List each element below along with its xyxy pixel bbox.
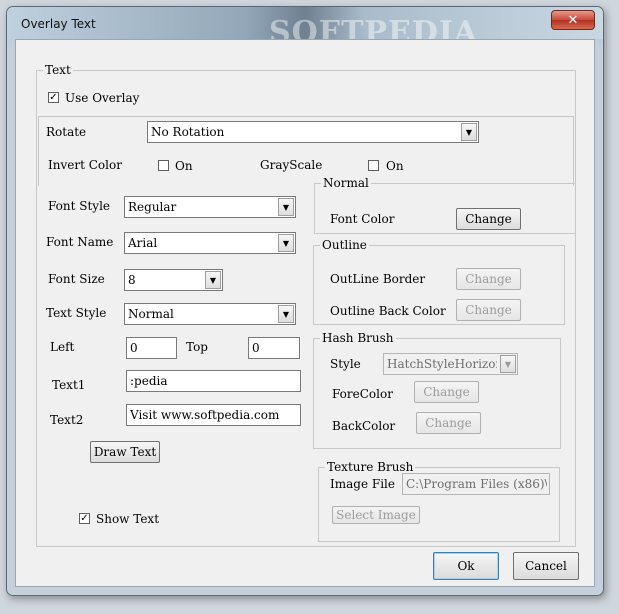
outline-back-color-label: Outline Back Color — [330, 304, 446, 318]
font-style-select[interactable]: Regular ▼ — [124, 196, 296, 218]
back-color-change-button[interactable]: Change — [416, 412, 481, 434]
use-overlay-label: Use Overlay — [65, 91, 140, 105]
close-icon: ✕ — [567, 12, 579, 28]
back-color-label: BackColor — [332, 419, 396, 433]
text-style-value: Normal — [128, 307, 174, 321]
fore-color-label: ForeColor — [332, 387, 393, 401]
font-size-label: Font Size — [48, 272, 105, 286]
left-value: 0 — [130, 341, 138, 355]
chevron-down-icon: ▼ — [461, 123, 477, 141]
font-name-select[interactable]: Arial ▼ — [124, 232, 296, 254]
rotate-value: No Rotation — [151, 125, 225, 139]
normal-group-label: Normal — [321, 176, 371, 190]
text2-value: Visit www.softpedia.com — [130, 408, 280, 422]
font-size-value: 8 — [128, 273, 136, 287]
font-name-value: Arial — [128, 236, 158, 250]
grayscale-on-label: On — [386, 159, 404, 173]
text1-label: Text1 — [52, 378, 86, 392]
image-file-input[interactable]: C:\Program Files (x86)\V — [402, 473, 550, 495]
text-style-label: Text Style — [46, 306, 107, 320]
texture-brush-group-label: Texture Brush — [325, 460, 416, 474]
text-group-label: Text — [43, 63, 73, 77]
text1-value: :pedia — [130, 374, 168, 388]
normal-group: Normal — [314, 176, 576, 234]
hash-style-select[interactable]: HatchStyleHorizontal ▼ — [383, 353, 518, 375]
top-input[interactable]: 0 — [248, 337, 300, 359]
font-color-label: Font Color — [330, 212, 395, 226]
left-input[interactable]: 0 — [126, 337, 177, 359]
outline-group-label: Outline — [320, 238, 369, 252]
image-file-value: C:\Program Files (x86)\V — [406, 477, 547, 491]
cancel-button[interactable]: Cancel — [513, 552, 579, 580]
show-text-label: Show Text — [96, 512, 160, 526]
rotate-label: Rotate — [46, 125, 87, 139]
font-style-label: Font Style — [48, 199, 111, 213]
text2-input[interactable]: Visit www.softpedia.com — [126, 404, 301, 426]
use-overlay-checkbox[interactable]: ✓ — [48, 92, 59, 103]
hash-style-value: HatchStyleHorizontal — [387, 357, 497, 371]
check-mark-icon: ✓ — [49, 92, 58, 103]
left-label: Left — [50, 340, 75, 354]
rotate-select[interactable]: No Rotation ▼ — [147, 121, 479, 143]
window-title: Overlay Text — [21, 17, 96, 31]
chevron-down-icon: ▼ — [205, 271, 221, 289]
font-color-change-button[interactable]: Change — [456, 208, 521, 230]
ok-button[interactable]: Ok — [433, 552, 499, 580]
font-size-select[interactable]: 8 ▼ — [124, 269, 223, 291]
select-image-button[interactable]: Select Image — [332, 506, 420, 524]
chevron-down-icon: ▼ — [278, 305, 294, 323]
outline-back-color-change-button[interactable]: Change — [456, 299, 521, 321]
hash-brush-group-label: Hash Brush — [320, 331, 396, 345]
top-value: 0 — [252, 341, 260, 355]
show-text-checkbox[interactable]: ✓ — [79, 513, 90, 524]
fore-color-change-button[interactable]: Change — [414, 381, 479, 403]
invert-color-on-label: On — [175, 159, 193, 173]
check-mark-icon: ✓ — [80, 513, 89, 524]
close-button[interactable]: ✕ — [551, 10, 595, 30]
outline-border-label: OutLine Border — [330, 272, 426, 286]
top-label: Top — [186, 340, 208, 354]
text2-label: Text2 — [50, 413, 84, 427]
overlay-text-dialog: SOFTPEDIA Overlay Text ✕ Text ✓ Use Over… — [6, 6, 604, 596]
chevron-down-icon: ▼ — [500, 355, 516, 373]
text1-input[interactable]: :pedia — [126, 370, 301, 392]
outline-border-change-button[interactable]: Change — [456, 268, 521, 290]
chevron-down-icon: ▼ — [278, 234, 294, 252]
invert-color-checkbox[interactable] — [158, 160, 169, 171]
draw-text-button[interactable]: Draw Text — [90, 441, 160, 463]
grayscale-checkbox[interactable] — [368, 160, 379, 171]
title-bar[interactable]: SOFTPEDIA Overlay Text ✕ — [7, 7, 603, 50]
hash-style-label: Style — [330, 357, 361, 371]
chevron-down-icon: ▼ — [278, 198, 294, 216]
dialog-client-area: Text ✓ Use Overlay Rotate No Rotation ▼ … — [15, 39, 595, 587]
font-style-value: Regular — [128, 200, 177, 214]
grayscale-label: GrayScale — [260, 158, 323, 172]
image-file-label: Image File — [330, 477, 395, 491]
invert-color-label: Invert Color — [48, 158, 122, 172]
text-style-select[interactable]: Normal ▼ — [124, 303, 296, 325]
font-name-label: Font Name — [46, 235, 114, 249]
